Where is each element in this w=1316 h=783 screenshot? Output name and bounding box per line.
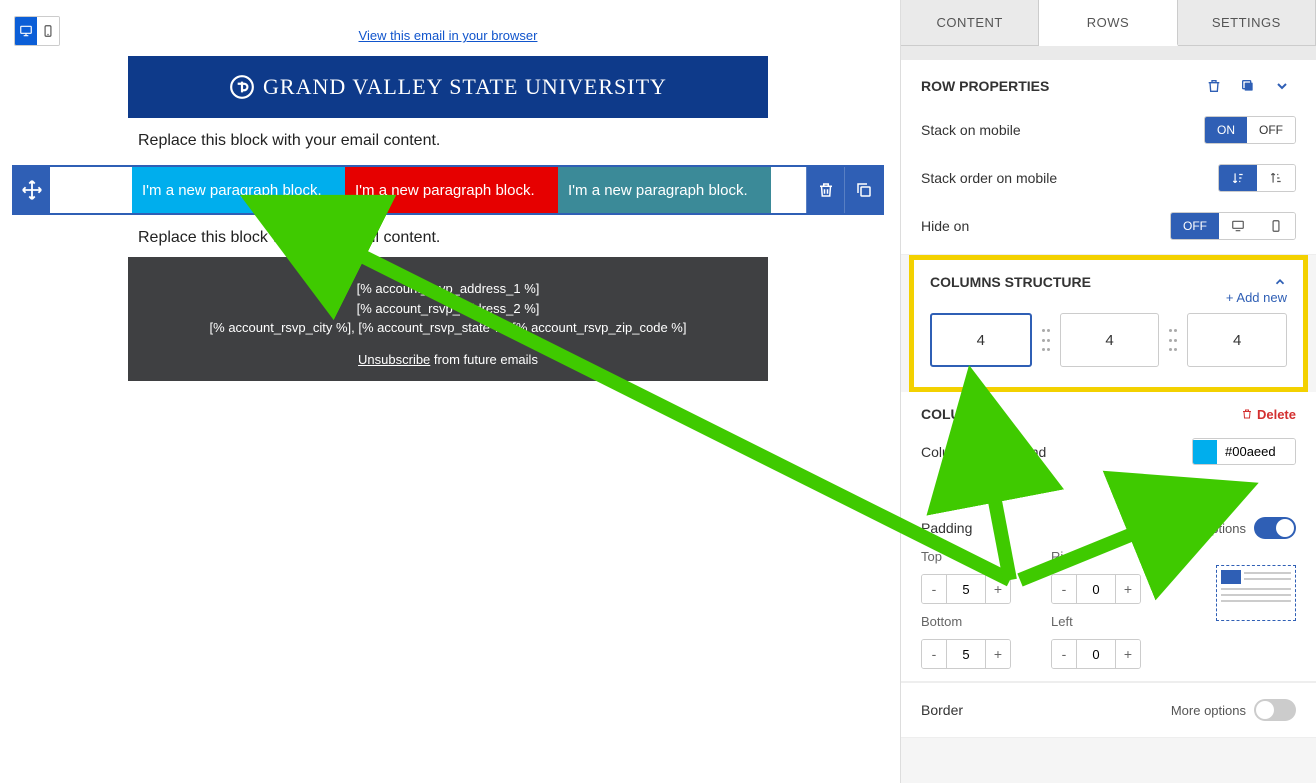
inc-button[interactable]: +	[986, 640, 1010, 668]
unsubscribe-link[interactable]: Unsubscribe	[358, 352, 430, 367]
tab-content[interactable]: CONTENT	[901, 0, 1039, 45]
tab-rows[interactable]: ROWS	[1039, 0, 1177, 46]
view-in-browser-link[interactable]: View this email in your browser	[0, 28, 896, 43]
more-options-label: More options	[1171, 521, 1246, 536]
inc-button[interactable]: +	[1116, 575, 1140, 603]
pad-bottom-input[interactable]	[946, 640, 986, 668]
move-icon	[21, 179, 43, 201]
add-column-button[interactable]: + Add new	[930, 290, 1287, 305]
inc-button[interactable]: +	[1116, 640, 1140, 668]
pad-left-label: Left	[1051, 614, 1141, 629]
columns-structure-title: COLUMNS STRUCTURE	[930, 274, 1091, 290]
stack-order-reverse[interactable]	[1257, 165, 1295, 191]
chevron-down-icon	[1274, 78, 1290, 94]
sidebar-tabs: CONTENT ROWS SETTINGS	[901, 0, 1316, 46]
padding-label: Padding	[921, 520, 972, 536]
border-more-label: More options	[1171, 703, 1246, 718]
pad-right-input[interactable]	[1076, 575, 1116, 603]
dec-button[interactable]: -	[922, 575, 946, 603]
hide-on-label: Hide on	[921, 218, 969, 234]
column-2[interactable]: I'm a new paragraph block.	[345, 167, 558, 213]
color-swatch[interactable]	[1193, 440, 1217, 464]
column-box-3[interactable]: 4	[1187, 313, 1287, 367]
hide-on-toggle[interactable]: OFF	[1170, 212, 1296, 240]
padding-right-stepper[interactable]: - +	[1051, 574, 1141, 604]
border-label: Border	[921, 702, 963, 718]
pad-right-label: Right	[1051, 549, 1141, 564]
row-spacer	[771, 167, 805, 213]
padding-preview	[1216, 565, 1296, 621]
row-drag-handle[interactable]	[14, 167, 50, 213]
border-more-switch[interactable]	[1254, 699, 1296, 721]
padding-left-stepper[interactable]: - +	[1051, 639, 1141, 669]
placeholder-text-2: Replace this block with your email conte…	[138, 229, 440, 247]
stack-on-option[interactable]: ON	[1205, 117, 1247, 143]
pad-top-input[interactable]	[946, 575, 986, 603]
stack-order-toggle[interactable]	[1218, 164, 1296, 192]
row-delete-button[interactable]	[1200, 72, 1228, 100]
banner-text: GRAND VALLEY STATE UNIVERSITY	[263, 74, 667, 100]
gvsu-logo-icon	[229, 74, 255, 100]
columns-structure-highlight: COLUMNS STRUCTURE + Add new 4 4 4	[909, 255, 1308, 392]
unsub-suffix: from future emails	[430, 352, 538, 367]
email-canvas: View this email in your browser GRAND VA…	[0, 0, 896, 783]
trash-icon	[1241, 408, 1253, 420]
column-resize-handle-1[interactable]	[1042, 329, 1050, 351]
hide-off-option[interactable]: OFF	[1171, 213, 1219, 239]
stack-order-default[interactable]	[1219, 165, 1257, 191]
inc-button[interactable]: +	[986, 575, 1010, 603]
column-box-2[interactable]: 4	[1060, 313, 1160, 367]
trash-icon	[817, 181, 835, 199]
stack-off-option[interactable]: OFF	[1247, 117, 1295, 143]
selected-row[interactable]: I'm a new paragraph block. I'm a new par…	[12, 165, 884, 215]
dec-button[interactable]: -	[1052, 640, 1076, 668]
column-box-1[interactable]: 4	[930, 313, 1032, 367]
more-options-switch[interactable]	[1254, 517, 1296, 539]
column-1[interactable]: I'm a new paragraph block.	[132, 167, 345, 213]
desktop-icon	[1231, 219, 1245, 233]
copy-icon	[1240, 78, 1256, 94]
pad-bottom-label: Bottom	[921, 614, 1011, 629]
color-hex-field[interactable]	[1217, 439, 1295, 464]
column-3[interactable]: I'm a new paragraph block.	[558, 167, 771, 213]
column-bg-label: Column background	[921, 444, 1046, 460]
footer-addr2: [% account_rsvp_address_2 %]	[128, 299, 768, 319]
row-collapse-button[interactable]	[1268, 72, 1296, 100]
sort-asc-icon	[1269, 171, 1283, 185]
column-bg-color-input[interactable]	[1192, 438, 1296, 465]
row-gap	[50, 167, 132, 213]
footer-addr1: [% account_rsvp_address_1 %]	[128, 279, 768, 299]
copy-icon	[855, 181, 873, 199]
placeholder-text-1: Replace this block with your email conte…	[138, 132, 440, 150]
tab-settings[interactable]: SETTINGS	[1178, 0, 1316, 45]
column-n-title: COLUMN 1	[921, 406, 994, 422]
delete-column-button[interactable]: Delete	[1241, 407, 1296, 422]
sort-desc-icon	[1231, 171, 1245, 185]
row-properties-title: ROW PROPERTIES	[921, 78, 1049, 94]
stack-order-label: Stack order on mobile	[921, 170, 1057, 186]
footer-city-line: [% account_rsvp_city %], [% account_rsvp…	[128, 318, 768, 338]
footer-block: [% account_rsvp_address_1 %] [% account_…	[128, 257, 768, 381]
hide-desktop-option[interactable]	[1219, 213, 1257, 239]
dec-button[interactable]: -	[922, 640, 946, 668]
properties-sidebar: CONTENT ROWS SETTINGS ROW PROPERTIES Sta…	[900, 0, 1316, 783]
pad-left-input[interactable]	[1076, 640, 1116, 668]
stack-mobile-toggle[interactable]: ON OFF	[1204, 116, 1296, 144]
row-copy-button[interactable]	[1234, 72, 1262, 100]
padding-bottom-stepper[interactable]: - +	[921, 639, 1011, 669]
trash-icon	[1206, 78, 1222, 94]
hide-mobile-option[interactable]	[1257, 213, 1295, 239]
mobile-icon	[1269, 219, 1283, 233]
chevron-up-icon[interactable]	[1273, 275, 1287, 289]
duplicate-row-button[interactable]	[844, 167, 882, 213]
delete-row-button[interactable]	[806, 167, 844, 213]
column-resize-handle-2[interactable]	[1169, 329, 1177, 351]
stack-mobile-label: Stack on mobile	[921, 122, 1021, 138]
padding-top-stepper[interactable]: - +	[921, 574, 1011, 604]
university-banner: GRAND VALLEY STATE UNIVERSITY	[128, 56, 768, 118]
dec-button[interactable]: -	[1052, 575, 1076, 603]
pad-top-label: Top	[921, 549, 1011, 564]
